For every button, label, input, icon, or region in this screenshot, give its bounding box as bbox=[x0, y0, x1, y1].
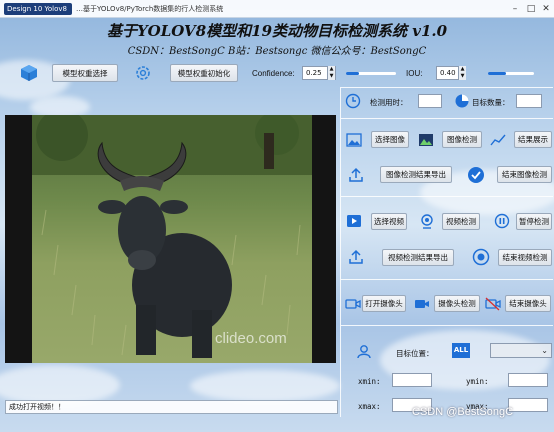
select-video-button[interactable]: 选择视频 bbox=[371, 213, 407, 230]
select-image-button[interactable]: 选择图像 bbox=[371, 131, 409, 148]
image-display: clideo.com bbox=[5, 115, 336, 363]
video-file-icon bbox=[346, 213, 362, 229]
confidence-spin-arrows[interactable]: ▲ ▼ bbox=[327, 66, 335, 80]
iou-slider[interactable] bbox=[488, 72, 534, 75]
window-title: …基于YOLOv8/PyTorch数据集的行人检测系统 bbox=[76, 5, 224, 13]
target-count-label: 目标数量： bbox=[472, 98, 510, 107]
pause-detect-button[interactable]: 暂停检测 bbox=[516, 213, 552, 230]
image-icon bbox=[346, 132, 362, 148]
right-panel-border bbox=[340, 87, 341, 417]
end-image-detect-button[interactable]: 结束图像检测 bbox=[497, 166, 552, 183]
target-select-dropdown[interactable]: ⌄ bbox=[490, 343, 552, 358]
image-detect-button[interactable]: 图像检测 bbox=[442, 131, 482, 148]
confidence-slider-fill bbox=[346, 72, 359, 75]
confidence-label: Confidence: bbox=[252, 69, 295, 78]
open-camera-button[interactable]: 打开摄像头 bbox=[362, 295, 406, 312]
model-weight-init-button[interactable]: 模型权重初始化 bbox=[170, 64, 238, 82]
app-badge: Design 10 Yolov8 bbox=[4, 3, 72, 15]
camera-off-icon bbox=[485, 296, 501, 312]
ymax-field bbox=[508, 398, 548, 412]
image-export-button[interactable]: 图像检测结果导出 bbox=[380, 166, 452, 183]
stop-circle-icon bbox=[472, 248, 490, 266]
check-circle-icon bbox=[467, 166, 485, 184]
ymin-label: ymin: bbox=[466, 377, 489, 386]
cube-icon bbox=[20, 64, 38, 82]
video-detect-button[interactable]: 视频检测 bbox=[442, 213, 480, 230]
iou-spin-arrows[interactable]: ▲ ▼ bbox=[458, 66, 466, 80]
camera-detect-button[interactable]: 摄像头检测 bbox=[434, 295, 480, 312]
app-title: 基于YOLOV8模型和19类动物目标检测系统 v1.0 bbox=[106, 22, 448, 40]
status-bar: 成功打开视频！！ bbox=[5, 400, 338, 414]
divider bbox=[341, 325, 553, 326]
target-count-field bbox=[516, 94, 542, 108]
end-video-detect-button[interactable]: 结束视频检测 bbox=[498, 249, 552, 266]
detection-image bbox=[32, 115, 312, 363]
result-show-button[interactable]: 结果展示 bbox=[514, 131, 552, 148]
pie-chart-icon bbox=[454, 93, 470, 109]
window-title-bar: Design 10 Yolov8 …基于YOLOv8/PyTorch数据集的行人… bbox=[0, 0, 554, 18]
ymin-field bbox=[508, 373, 548, 387]
confidence-value: 0.25 bbox=[306, 69, 322, 77]
model-weight-select-button[interactable]: 模型权重选择 bbox=[52, 64, 118, 82]
divider bbox=[341, 87, 553, 88]
video-export-button[interactable]: 视频检测结果导出 bbox=[382, 249, 454, 266]
location-icon bbox=[356, 343, 372, 359]
iou-label: IOU: bbox=[406, 69, 423, 78]
csdn-credit-watermark: CSDN @BestSongC bbox=[412, 406, 514, 418]
target-position-label: 目标位置： bbox=[396, 349, 434, 358]
clock-icon bbox=[345, 93, 361, 109]
maximize-icon[interactable]: □ bbox=[524, 3, 538, 15]
close-icon[interactable]: ✕ bbox=[539, 3, 553, 15]
xmin-label: xmin: bbox=[358, 377, 381, 386]
iou-value: 0.40 bbox=[440, 69, 456, 77]
detect-time-field bbox=[418, 94, 442, 108]
camera-icon bbox=[345, 296, 361, 312]
close-camera-button[interactable]: 结束摄像头 bbox=[505, 295, 551, 312]
iou-slider-fill bbox=[488, 72, 507, 75]
divider bbox=[341, 118, 553, 119]
xmax-label: xmax: bbox=[358, 402, 381, 411]
line-chart-icon bbox=[490, 132, 506, 148]
upload-icon bbox=[348, 167, 364, 183]
video-camera-icon bbox=[414, 296, 430, 312]
buffalo-photo bbox=[32, 115, 312, 358]
divider bbox=[341, 196, 553, 197]
detect-time-label: 检测用时： bbox=[370, 98, 408, 107]
chevron-down-icon: ⌄ bbox=[541, 346, 548, 355]
divider bbox=[341, 279, 553, 280]
confidence-slider[interactable] bbox=[346, 72, 396, 75]
video-watermark: clideo.com bbox=[215, 330, 287, 347]
webcam-icon bbox=[419, 213, 435, 229]
app-subtitle: CSDN：BestSongC B站：Bestsongc 微信公众号：BestSo… bbox=[127, 46, 427, 57]
all-targets-badge: ALL bbox=[452, 343, 470, 358]
pause-icon bbox=[494, 213, 510, 229]
gear-icon bbox=[134, 64, 152, 82]
gallery-icon bbox=[418, 132, 434, 148]
minimize-icon[interactable]: – bbox=[508, 3, 522, 15]
xmin-field bbox=[392, 373, 432, 387]
upload-icon bbox=[348, 249, 364, 265]
